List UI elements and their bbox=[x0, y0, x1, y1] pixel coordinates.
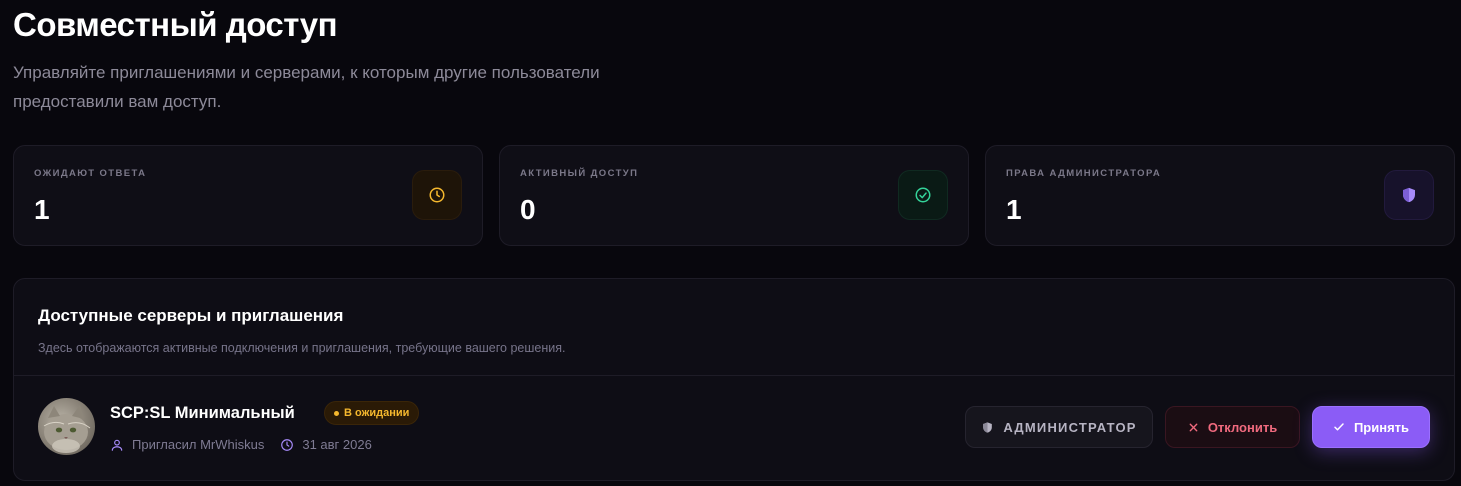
page-subtitle: Управляйте приглашениями и серверами, к … bbox=[13, 63, 600, 111]
stat-card-active: Активный доступ 0 bbox=[499, 145, 969, 246]
close-icon bbox=[1189, 423, 1198, 431]
invite-meta: Пригласил MrWhiskus 31 авг 2026 bbox=[110, 437, 380, 452]
status-badge: В ожидании bbox=[324, 401, 420, 425]
stat-card-pending: Ожидают ответа 1 bbox=[13, 145, 483, 246]
clock-icon bbox=[412, 170, 462, 220]
stat-value: 1 bbox=[1006, 194, 1022, 225]
status-dot bbox=[334, 410, 339, 416]
panel-title: Доступные серверы и приглашения bbox=[38, 306, 344, 325]
check-icon bbox=[1334, 423, 1344, 431]
stat-value: 0 bbox=[520, 194, 536, 225]
stat-label: Права администратора bbox=[1006, 168, 1162, 179]
check-circle-icon bbox=[898, 170, 948, 220]
role-button[interactable]: АДМИНИСТРАТОР bbox=[965, 406, 1153, 448]
stat-card-admin: Права администратора 1 bbox=[985, 145, 1455, 246]
invite-actions: АДМИНИСТРАТОР Отклонить Принять bbox=[965, 406, 1430, 448]
clock-icon bbox=[281, 438, 294, 451]
panel-header: Доступные серверы и приглашения Здесь от… bbox=[14, 279, 1454, 376]
server-name: SCP:SL Минимальный bbox=[110, 404, 295, 422]
invite-date: 31 авг 2026 bbox=[280, 437, 372, 452]
stat-value: 1 bbox=[34, 194, 50, 225]
invite-date-label: 31 авг 2026 bbox=[302, 437, 372, 452]
shield-icon bbox=[983, 421, 993, 433]
status-badge-label: В ожидании bbox=[344, 407, 410, 419]
accept-button[interactable]: Принять bbox=[1312, 406, 1430, 448]
user-icon bbox=[111, 439, 123, 451]
panel-subtitle: Здесь отображаются активные подключения … bbox=[38, 341, 566, 355]
role-button-label: АДМИНИСТРАТОР bbox=[1003, 419, 1137, 435]
inviter-label: Пригласил MrWhiskus bbox=[132, 437, 265, 452]
stat-label: Ожидают ответа bbox=[34, 168, 147, 179]
invite-row: SCP:SL Минимальный В ожидании Пригласил … bbox=[14, 376, 1454, 480]
page-title: Совместный доступ bbox=[13, 6, 338, 43]
reject-button[interactable]: Отклонить bbox=[1165, 406, 1300, 448]
shared-access-page: Совместный доступ Управляйте приглашения… bbox=[0, 0, 1461, 486]
shield-icon bbox=[1384, 170, 1434, 220]
server-avatar bbox=[38, 398, 95, 455]
accept-button-label: Принять bbox=[1353, 419, 1410, 435]
stats-row: Ожидают ответа 1 Активный доступ 0 Права… bbox=[13, 145, 1455, 246]
servers-panel: Доступные серверы и приглашения Здесь от… bbox=[13, 278, 1455, 481]
inviter: Пригласил MrWhiskus bbox=[110, 437, 264, 452]
reject-button-label: Отклонить bbox=[1207, 419, 1278, 435]
stat-label: Активный доступ bbox=[520, 168, 639, 179]
